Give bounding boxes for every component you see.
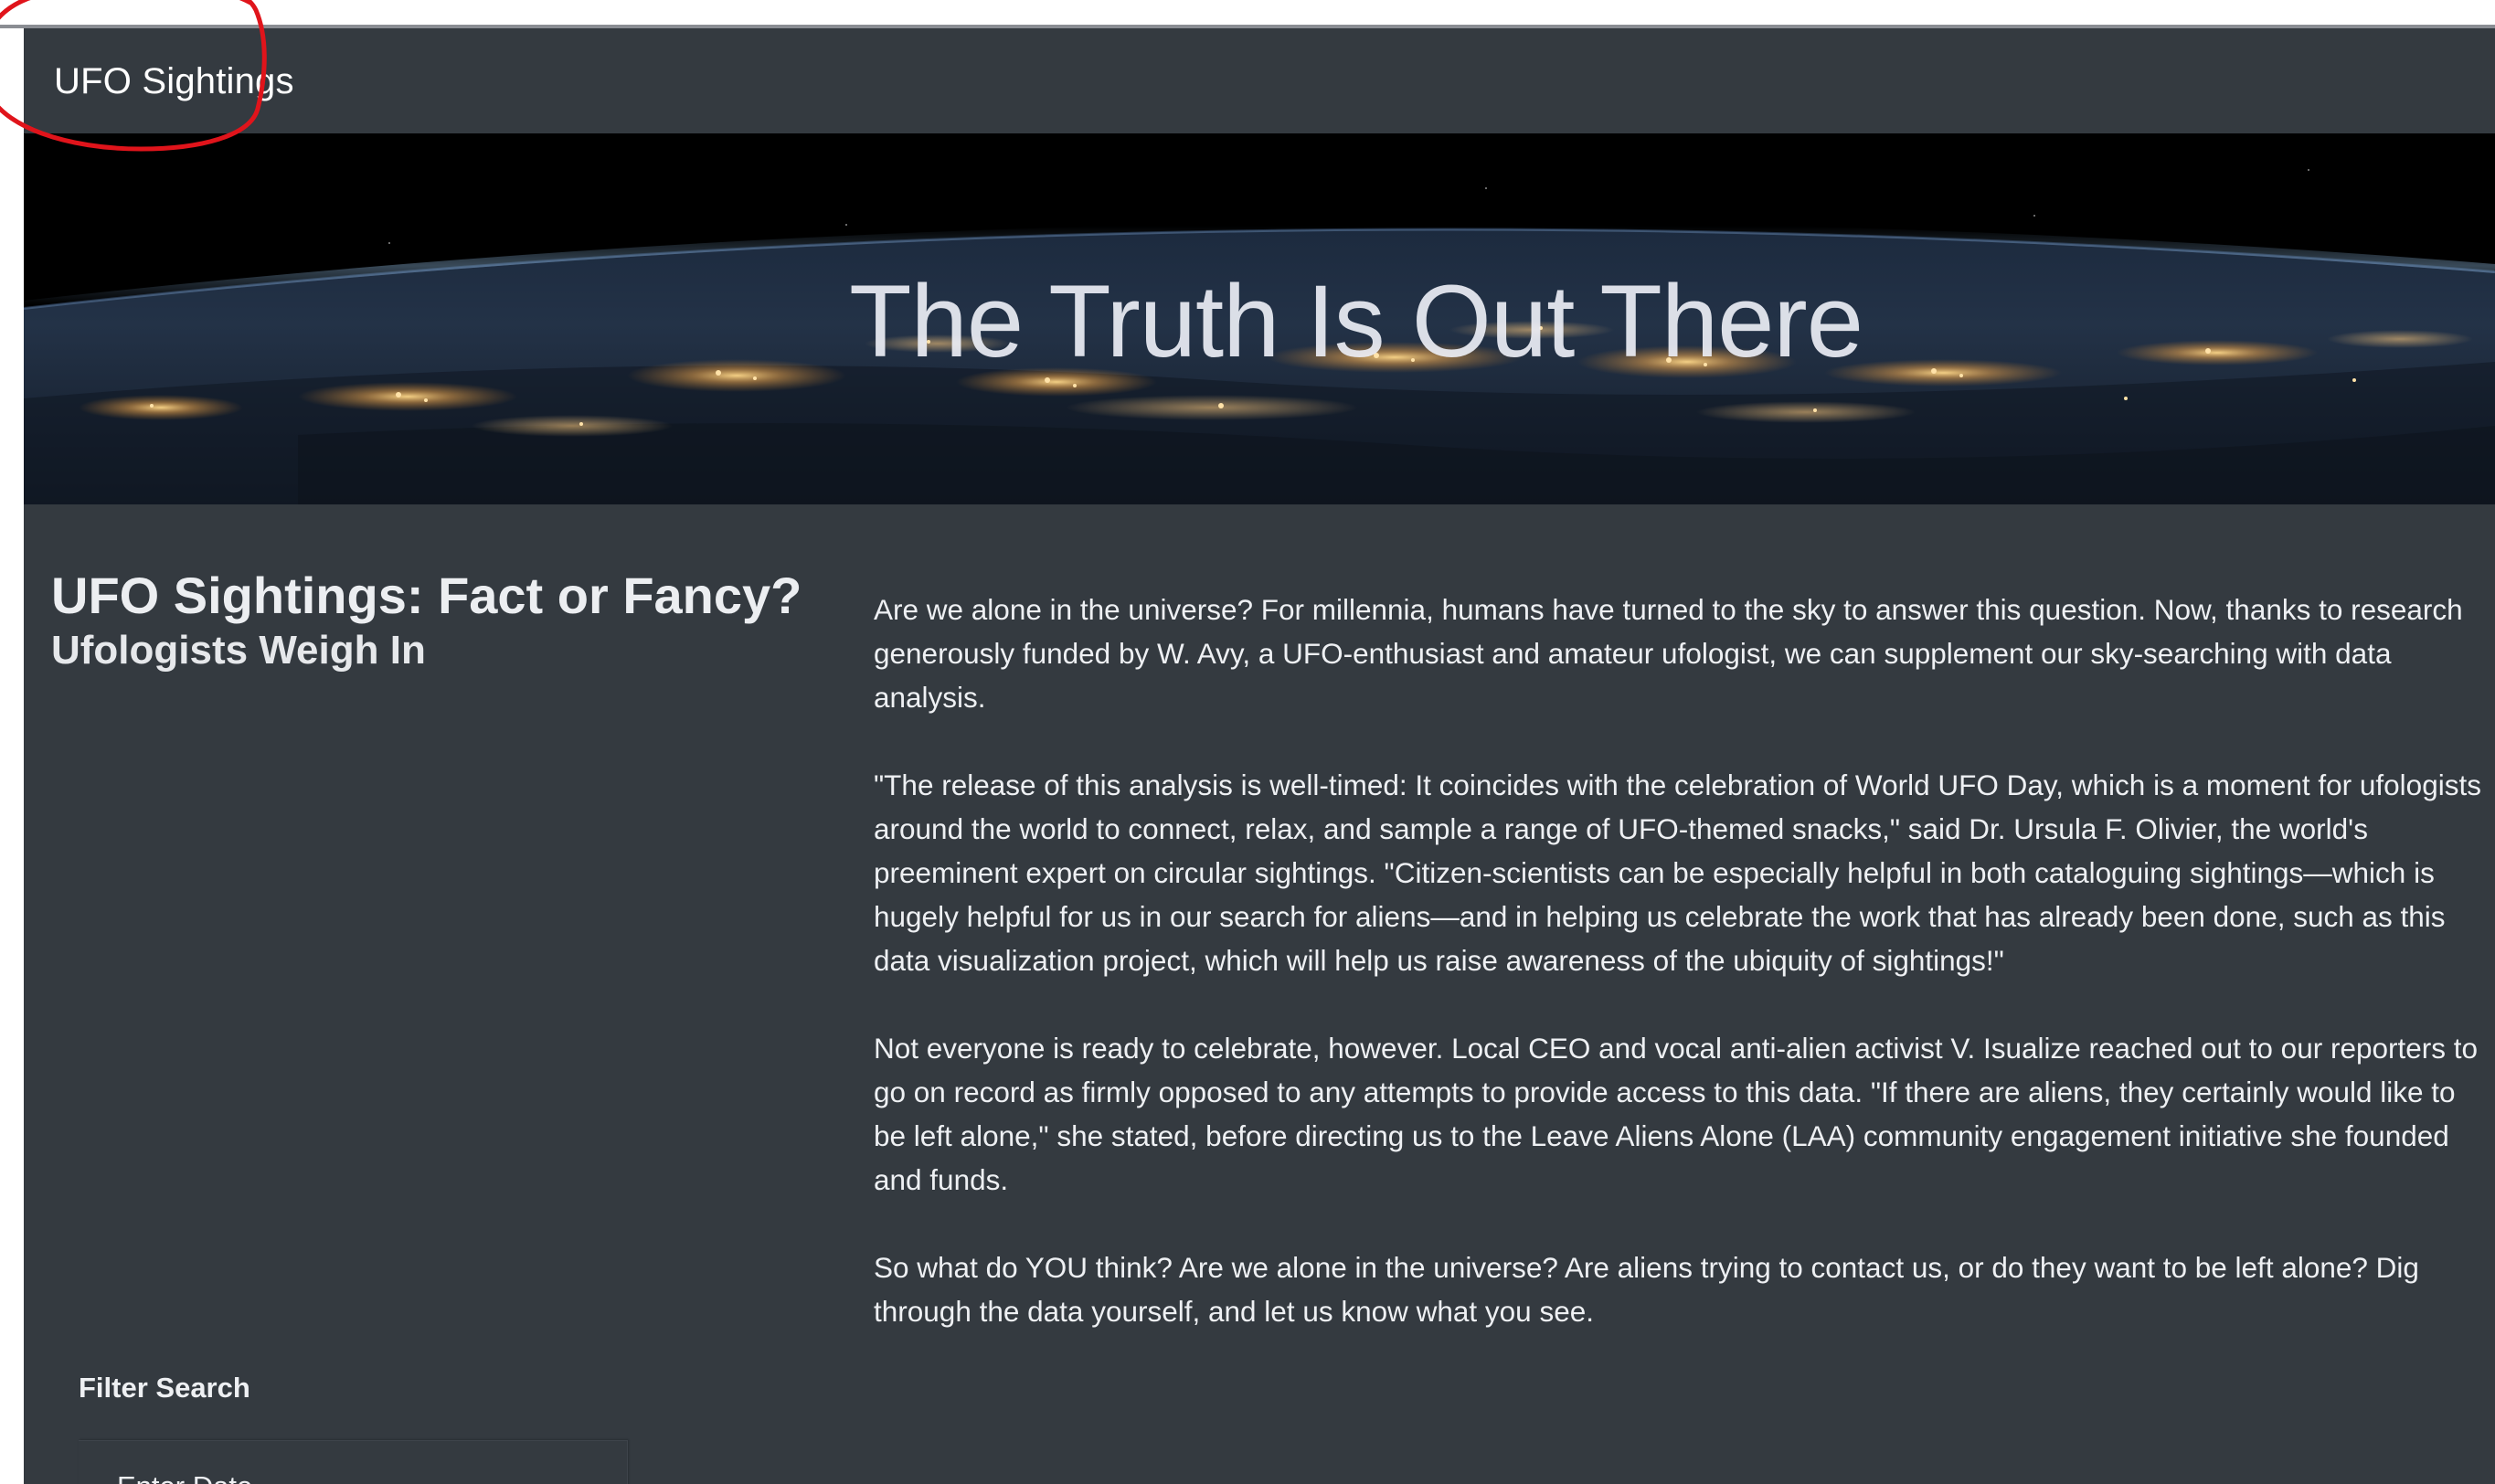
navbar: UFO Sightings [24,28,2495,133]
hero-jumbotron: The Truth Is Out There [24,133,2495,504]
date-filter-label: Enter Date [117,1470,252,1484]
filter-list: Enter Date [79,1440,628,1484]
article-body: Are we alone in the universe? For millen… [874,588,2482,1377]
intro-section: UFO Sightings: Fact or Fancy? Ufologists… [51,567,837,673]
article-headline: UFO Sightings: Fact or Fancy? [51,567,802,624]
article-paragraph: Not everyone is ready to celebrate, howe… [874,1032,2479,1196]
article-paragraph: "The release of this analysis is well-ti… [874,768,2481,977]
filter-search-title: Filter Search [79,1372,250,1404]
article-paragraph: So what do YOU think? Are we alone in th… [874,1251,2419,1328]
navbar-brand-link[interactable]: UFO Sightings [54,61,294,102]
page: UFO Sightings The Truth Is Out There UFO… [24,28,2495,1484]
hero-title: The Truth Is Out There [849,264,1863,378]
article-subhead: Ufologists Weigh In [51,627,426,673]
article-paragraph: Are we alone in the universe? For millen… [874,593,2463,714]
